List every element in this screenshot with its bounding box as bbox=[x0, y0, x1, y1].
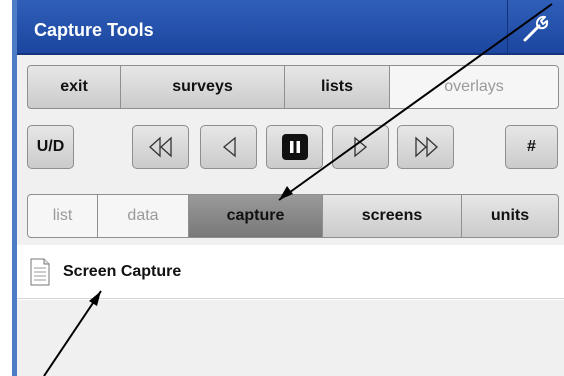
fast-forward-icon bbox=[414, 136, 438, 158]
pause-button[interactable] bbox=[266, 125, 323, 169]
screens-tab[interactable]: screens bbox=[323, 194, 462, 238]
capture-tools-panel: Capture Tools exit surveys lists overlay… bbox=[17, 0, 564, 376]
step-back-button[interactable] bbox=[200, 125, 257, 169]
lists-button[interactable]: lists bbox=[285, 65, 390, 109]
settings-button[interactable] bbox=[507, 0, 564, 55]
pause-icon bbox=[281, 134, 308, 160]
title-bar: Capture Tools bbox=[17, 0, 564, 55]
document-icon bbox=[30, 258, 50, 285]
window-title: Capture Tools bbox=[34, 20, 154, 40]
step-back-icon bbox=[222, 136, 236, 158]
ud-button[interactable]: U/D bbox=[27, 125, 74, 169]
fast-forward-button[interactable] bbox=[397, 125, 454, 169]
hash-button[interactable]: # bbox=[505, 125, 558, 169]
surveys-button[interactable]: surveys bbox=[121, 65, 285, 109]
exit-button[interactable]: exit bbox=[27, 65, 121, 109]
list-item[interactable]: Screen Capture bbox=[17, 245, 564, 299]
step-forward-button[interactable] bbox=[332, 125, 389, 169]
units-tab[interactable]: units bbox=[462, 194, 559, 238]
capture-tab[interactable]: capture bbox=[189, 194, 323, 238]
list-empty-area bbox=[17, 300, 564, 376]
wrench-icon bbox=[523, 15, 549, 41]
bottom-segmented-control: list data capture screens units bbox=[27, 194, 559, 238]
list-item-label: Screen Capture bbox=[63, 262, 182, 280]
capture-list: Screen Capture bbox=[17, 245, 564, 376]
rewind-icon bbox=[148, 136, 172, 158]
top-segmented-control: exit surveys lists overlays bbox=[27, 65, 559, 109]
step-forward-icon bbox=[353, 136, 367, 158]
data-tab[interactable]: data bbox=[98, 194, 189, 238]
overlays-button[interactable]: overlays bbox=[390, 65, 559, 109]
list-tab[interactable]: list bbox=[27, 194, 98, 238]
rewind-button[interactable] bbox=[132, 125, 189, 169]
window-left-edge bbox=[0, 0, 12, 376]
